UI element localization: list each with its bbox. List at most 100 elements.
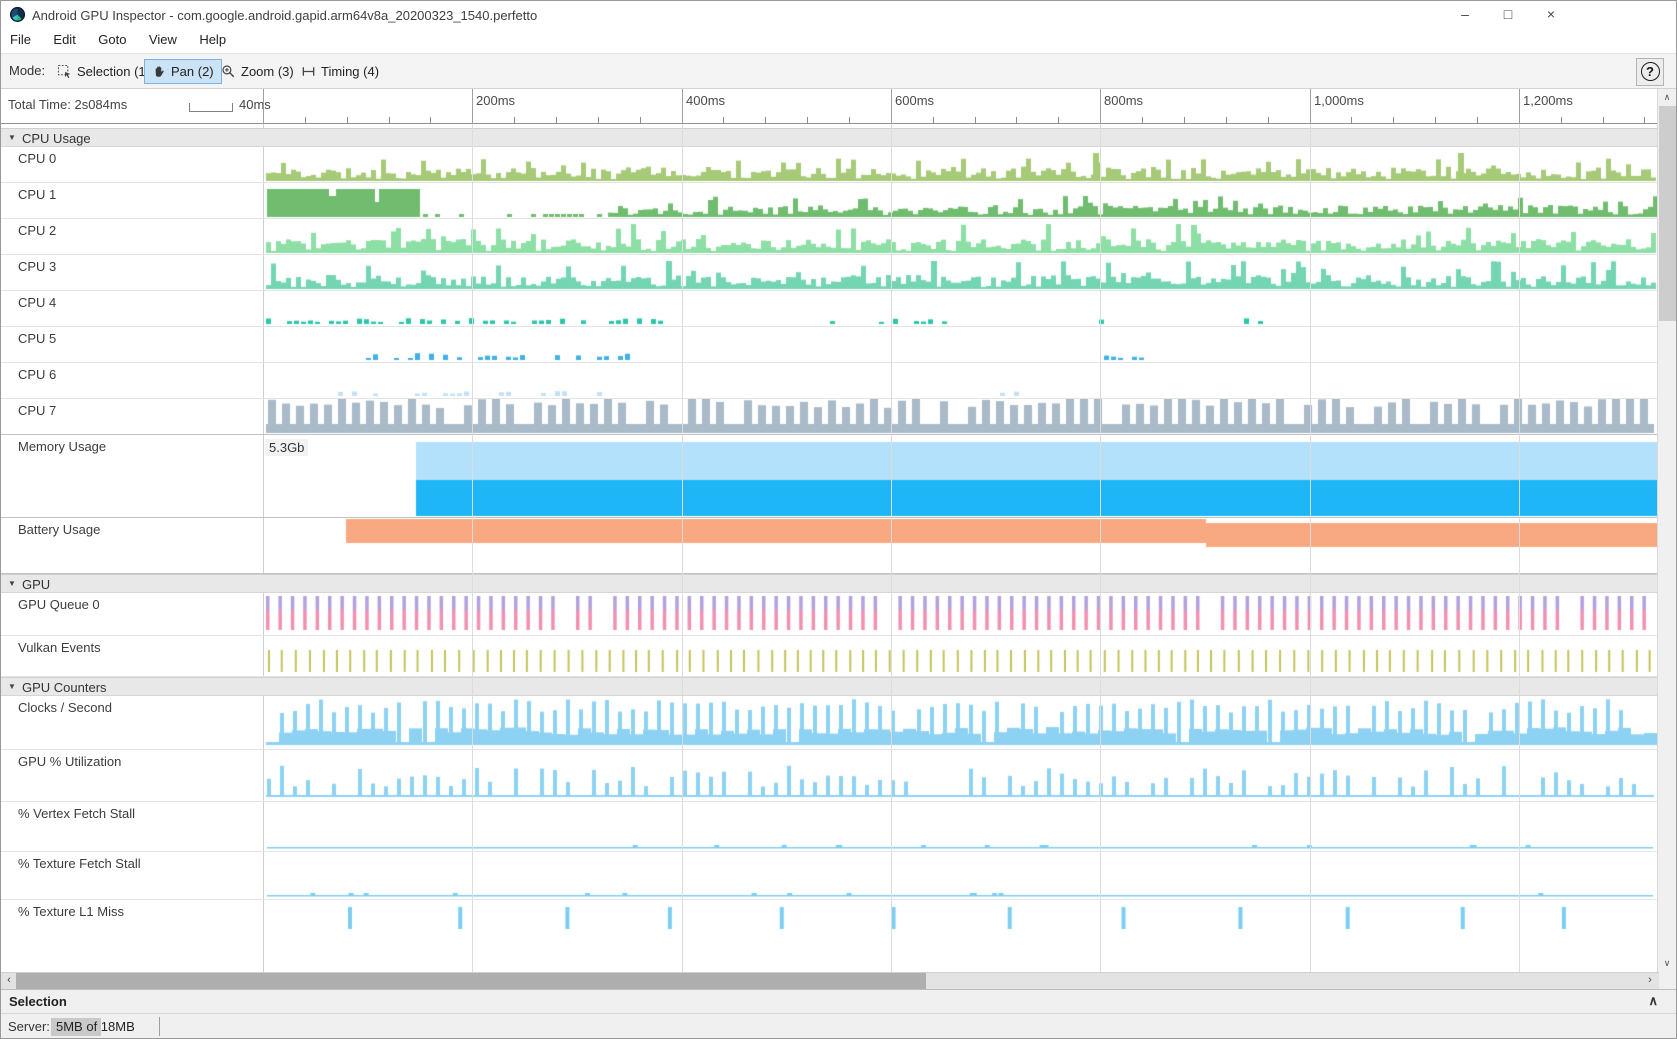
timeline-gridline bbox=[472, 124, 473, 972]
minimize-button[interactable]: – bbox=[1448, 1, 1482, 28]
track-row-gpu-queue-0[interactable]: GPU Queue 0 bbox=[1, 593, 1659, 636]
track-label-cpu-5: CPU 5 bbox=[18, 331, 56, 346]
maximize-button[interactable]: □ bbox=[1491, 1, 1525, 28]
ruler-minor-tick bbox=[765, 117, 766, 123]
scale-ruler-icon bbox=[189, 103, 233, 112]
close-button[interactable]: × bbox=[1534, 1, 1568, 28]
scroll-right-icon[interactable]: › bbox=[1642, 973, 1658, 989]
mode-selection-button[interactable]: Selection (1) bbox=[49, 59, 158, 84]
timeline-gridline bbox=[891, 124, 892, 972]
ruler-minor-tick bbox=[347, 117, 348, 123]
memory-value-badge: 5.3Gb bbox=[265, 439, 308, 456]
track-row-battery-usage[interactable]: Battery Usage bbox=[1, 518, 1659, 574]
track-label-clocks-second: Clocks / Second bbox=[18, 700, 112, 715]
track-row-texture-fetch-stall[interactable]: % Texture Fetch Stall bbox=[1, 852, 1659, 900]
vertical-scrollbar-thumb[interactable] bbox=[1659, 106, 1676, 321]
track-row-cpu-2[interactable]: CPU 2 bbox=[1, 219, 1659, 255]
selection-icon bbox=[57, 64, 72, 79]
track-label-texture-fetch-stall: % Texture Fetch Stall bbox=[18, 856, 141, 871]
ruler-minor-tick bbox=[807, 117, 808, 123]
mode-timing-label: Timing (4) bbox=[321, 64, 379, 79]
timeline-content[interactable]: ▼CPU UsageCPU 0CPU 1CPU 2CPU 3 CPU 4 CPU 5… bbox=[1, 124, 1659, 972]
ruler-minor-tick bbox=[1393, 117, 1394, 123]
ruler-minor-tick bbox=[933, 117, 934, 123]
track-row-clocks-second[interactable]: Clocks / Second bbox=[1, 696, 1659, 750]
track-label-cpu-7: CPU 7 bbox=[18, 403, 56, 418]
horizontal-scrollbar[interactable]: ‹ › bbox=[1, 972, 1659, 989]
section-header-gpu-counters[interactable]: ▼ GPU Counters bbox=[1, 677, 1659, 696]
server-memory-value: 5MB of 18MB bbox=[56, 1019, 135, 1034]
scroll-up-icon[interactable]: ∧ bbox=[1658, 89, 1676, 106]
track-label-cpu-6: CPU 6 bbox=[18, 367, 56, 382]
track-row-vulkan-events[interactable]: Vulkan Events bbox=[1, 636, 1659, 677]
mode-timing-button[interactable]: Timing (4) bbox=[293, 59, 387, 84]
section-label: GPU Counters bbox=[22, 680, 107, 695]
track-row-cpu-3[interactable]: CPU 3 bbox=[1, 255, 1659, 291]
ruler-minor-tick bbox=[849, 117, 850, 123]
menu-goto[interactable]: Goto bbox=[89, 29, 135, 50]
track-row-texture-l1-miss[interactable]: % Texture L1 Miss bbox=[1, 900, 1659, 972]
ruler-label-400ms: 400ms bbox=[686, 93, 725, 108]
ruler-minor-tick bbox=[1477, 117, 1478, 123]
status-bar: Server: 5MB of 18MB bbox=[1, 1014, 1676, 1039]
section-label: GPU bbox=[22, 577, 50, 592]
track-label-battery-usage: Battery Usage bbox=[18, 522, 100, 537]
track-row-vertex-fetch-stall[interactable]: % Vertex Fetch Stall bbox=[1, 802, 1659, 852]
menu-edit[interactable]: Edit bbox=[44, 29, 84, 50]
timeline-gridline bbox=[1310, 124, 1311, 972]
ruler-major-tick bbox=[891, 89, 892, 124]
track-label-gpu-utilization: GPU % Utilization bbox=[18, 754, 121, 769]
ruler-label-200ms: 200ms bbox=[476, 93, 515, 108]
selection-panel-header[interactable]: Selection ∧ bbox=[1, 989, 1676, 1014]
timeline-ruler[interactable]: Total Time: 2s084ms 40ms 200ms 400ms 600… bbox=[1, 89, 1659, 124]
scroll-left-icon[interactable]: ‹ bbox=[1, 973, 17, 989]
track-label-cpu-4: CPU 4 bbox=[18, 295, 56, 310]
track-row-cpu-5[interactable]: CPU 5 bbox=[1, 327, 1659, 363]
mode-zoom-label: Zoom (3) bbox=[241, 64, 294, 79]
app-window: Android GPU Inspector - com.google.andro… bbox=[0, 0, 1677, 1039]
track-label-vertex-fetch-stall: % Vertex Fetch Stall bbox=[18, 806, 135, 821]
track-row-cpu-7[interactable]: CPU 7 bbox=[1, 399, 1659, 435]
track-row-gpu-utilization[interactable]: GPU % Utilization bbox=[1, 750, 1659, 802]
selection-panel-title: Selection bbox=[9, 994, 67, 1009]
mode-label: Mode: bbox=[9, 63, 45, 78]
ruler-minor-tick bbox=[598, 117, 599, 123]
ruler-minor-tick bbox=[514, 117, 515, 123]
menu-view[interactable]: View bbox=[140, 29, 186, 50]
ruler-minor-tick bbox=[1435, 117, 1436, 123]
track-row-cpu-4[interactable]: CPU 4 bbox=[1, 291, 1659, 327]
track-row-cpu-1[interactable]: CPU 1 bbox=[1, 183, 1659, 219]
expand-panel-icon[interactable]: ∧ bbox=[1648, 993, 1658, 1009]
ruler-minor-tick bbox=[1351, 117, 1352, 123]
track-row-memory-usage[interactable]: Memory Usage5.3Gb bbox=[1, 435, 1659, 518]
mode-pan-button[interactable]: Pan (2) bbox=[144, 59, 222, 84]
track-row-cpu-0[interactable]: CPU 0 bbox=[1, 147, 1659, 183]
mode-zoom-button[interactable]: Zoom (3) bbox=[213, 59, 302, 84]
section-header-cpu-usage[interactable]: ▼CPU Usage bbox=[1, 128, 1659, 147]
track-label-texture-l1-miss: % Texture L1 Miss bbox=[18, 904, 124, 919]
timeline-gridline bbox=[1519, 124, 1520, 972]
section-header-gpu[interactable]: ▼ GPU bbox=[1, 574, 1659, 593]
horizontal-scrollbar-thumb[interactable] bbox=[16, 973, 926, 989]
scroll-down-icon[interactable]: ∨ bbox=[1658, 955, 1676, 972]
vertical-scrollbar[interactable]: ∧ ∨ bbox=[1657, 89, 1676, 972]
ruler-minor-tick bbox=[1603, 117, 1604, 123]
menu-file[interactable]: File bbox=[1, 29, 40, 50]
ruler-major-tick bbox=[1100, 89, 1101, 124]
ruler-label-800ms: 800ms bbox=[1104, 93, 1143, 108]
app-icon bbox=[10, 7, 25, 22]
help-button[interactable]: ? bbox=[1636, 58, 1664, 86]
collapse-icon[interactable]: ▼ bbox=[8, 133, 16, 142]
ruler-minor-tick bbox=[640, 117, 641, 123]
menu-help[interactable]: Help bbox=[190, 29, 235, 50]
ruler-minor-tick bbox=[1184, 117, 1185, 123]
mode-selection-label: Selection (1) bbox=[77, 64, 150, 79]
track-row-cpu-6[interactable]: CPU 6 bbox=[1, 363, 1659, 399]
collapse-icon[interactable]: ▼ bbox=[8, 682, 16, 691]
collapse-icon[interactable]: ▼ bbox=[8, 579, 16, 588]
menu-bar: File Edit Goto View Help bbox=[1, 29, 1676, 52]
ruler-minor-tick bbox=[1142, 117, 1143, 123]
ruler-minor-tick bbox=[389, 117, 390, 123]
ruler-major-tick bbox=[263, 89, 264, 124]
track-label-gpu-queue-0: GPU Queue 0 bbox=[18, 597, 100, 612]
